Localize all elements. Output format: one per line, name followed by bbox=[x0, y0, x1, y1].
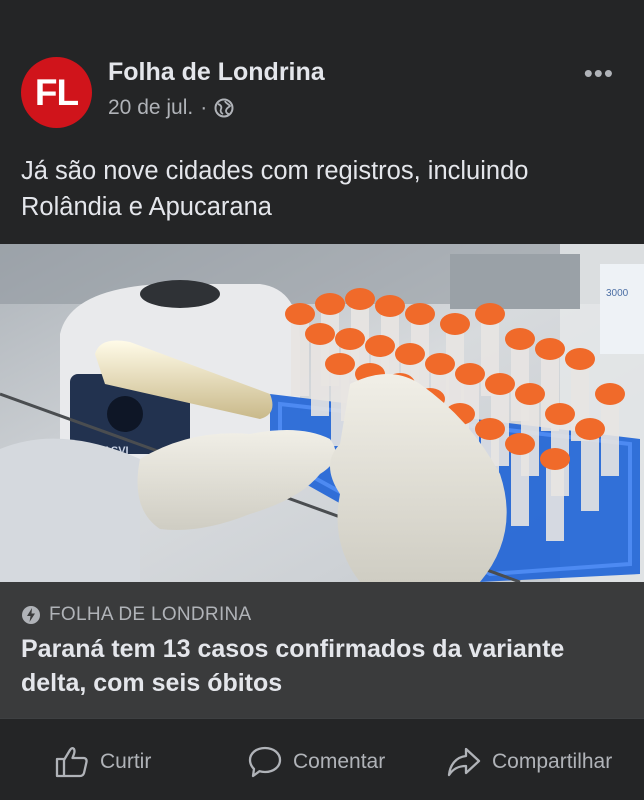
lab-photo: KASVI 3000 bbox=[0, 244, 644, 582]
sample-tube bbox=[511, 446, 529, 526]
link-source: FOLHA DE LONDRINA bbox=[21, 604, 252, 626]
post-text: Já são nove cidades com registros, inclu… bbox=[21, 157, 529, 221]
page-name[interactable]: Folha de Londrina bbox=[108, 58, 325, 87]
link-image[interactable]: KASVI 3000 bbox=[0, 244, 644, 582]
link-title[interactable]: Paraná tem 13 casos confirmados da varia… bbox=[21, 632, 631, 700]
link-source-label: FOLHA DE LONDRINA bbox=[49, 604, 252, 625]
tube-cap bbox=[565, 348, 595, 370]
sample-tube bbox=[601, 396, 619, 476]
globe-icon bbox=[214, 98, 234, 118]
tube-cap bbox=[575, 418, 605, 440]
like-button[interactable]: Curtir bbox=[54, 745, 151, 779]
sample-tube bbox=[311, 336, 329, 416]
share-icon bbox=[447, 747, 481, 777]
like-icon bbox=[55, 747, 88, 778]
sample-tube bbox=[581, 431, 599, 511]
tube-cap bbox=[365, 335, 395, 357]
meta-separator: · bbox=[200, 96, 208, 119]
tube-cap bbox=[335, 328, 365, 350]
tube-cap bbox=[505, 328, 535, 350]
tube-cap bbox=[455, 363, 485, 385]
comment-label: Comentar bbox=[293, 750, 386, 773]
tube-cap bbox=[305, 323, 335, 345]
post-meta: 20 de jul. · bbox=[108, 96, 234, 120]
tube-cap bbox=[505, 433, 535, 455]
tube-cap bbox=[545, 403, 575, 425]
tube-cap bbox=[345, 288, 375, 310]
post-header: FL Folha de Londrina 20 de jul. · ••• bbox=[0, 0, 644, 140]
tube-cap bbox=[595, 383, 625, 405]
more-icon[interactable]: ••• bbox=[584, 58, 614, 89]
sample-tube bbox=[546, 461, 564, 541]
bolt-icon bbox=[22, 606, 40, 624]
tube-cap bbox=[315, 293, 345, 315]
comment-icon bbox=[248, 746, 282, 778]
tube-cap bbox=[375, 295, 405, 317]
share-label: Compartilhar bbox=[492, 750, 613, 773]
tube-cap bbox=[540, 448, 570, 470]
tube-cap bbox=[325, 353, 355, 375]
tube-cap bbox=[535, 338, 565, 360]
tube-label: 3000 bbox=[606, 288, 629, 299]
like-label: Curtir bbox=[100, 750, 152, 773]
avatar[interactable]: FL bbox=[21, 57, 92, 128]
tube-cap bbox=[475, 418, 505, 440]
comment-button[interactable]: Comentar bbox=[247, 745, 385, 779]
post-date[interactable]: 20 de jul. bbox=[108, 96, 193, 120]
tube-cap bbox=[425, 353, 455, 375]
tube-cap bbox=[475, 303, 505, 325]
action-bar: Curtir Comentar Compartilhar bbox=[0, 718, 644, 800]
link-preview[interactable]: FOLHA DE LONDRINA Paraná tem 13 casos co… bbox=[0, 582, 644, 718]
tube-cap bbox=[395, 343, 425, 365]
tube-cap bbox=[285, 303, 315, 325]
tube-cap bbox=[440, 313, 470, 335]
tube-cap bbox=[405, 303, 435, 325]
tube-cap bbox=[485, 373, 515, 395]
share-button[interactable]: Compartilhar bbox=[446, 745, 612, 779]
sample-tube bbox=[291, 316, 309, 396]
tube-cap bbox=[515, 383, 545, 405]
